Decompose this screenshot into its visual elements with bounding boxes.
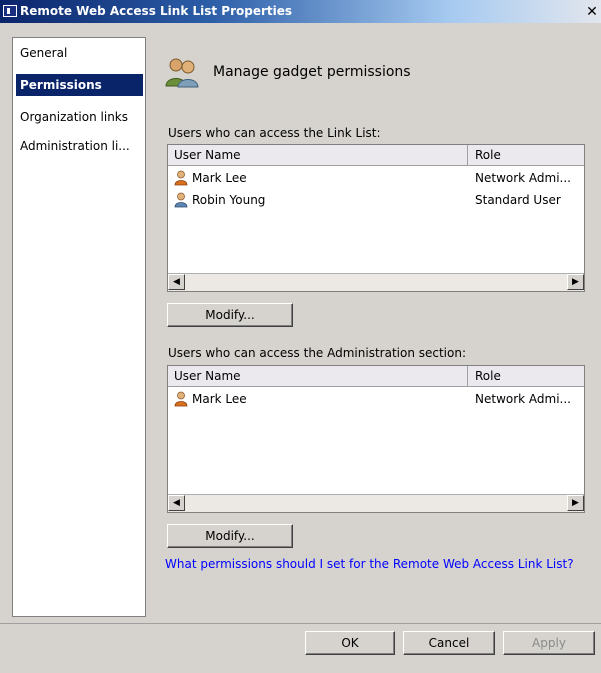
window-title: Remote Web Access Link List Properties [20,4,293,18]
permissions-panel: Manage gadget permissions Users who can … [151,37,597,617]
scroll-left-icon[interactable]: ◀ [168,495,185,511]
nav-item-administration-links[interactable]: Administration li... [16,135,143,157]
table-row[interactable]: Mark Lee Network Admi... [168,388,584,410]
column-header-user-name[interactable]: User Name [168,366,468,386]
admin-users-label: Users who can access the Administration … [168,346,467,360]
properties-dialog: Remote Web Access Link List Properties ✕… [0,0,601,673]
column-header-role[interactable]: Role [469,366,584,386]
nav-item-organization-links[interactable]: Organization links [16,106,143,128]
admin-users-table[interactable]: User Name Role Mark Lee Network Admi... … [167,365,585,513]
cell-role: Standard User [475,193,561,207]
table-header: User Name Role [168,366,584,387]
scroll-left-icon[interactable]: ◀ [168,274,185,290]
close-icon[interactable]: ✕ [585,5,599,19]
table-header: User Name Role [168,145,584,166]
permissions-help-link[interactable]: What permissions should I set for the Re… [165,556,585,572]
cell-role: Network Admi... [475,171,571,185]
cancel-button[interactable]: Cancel [403,631,495,655]
cell-user-name: Mark Lee [192,171,247,185]
table-row[interactable]: Mark Lee Network Admi... [168,167,584,189]
cell-user-name: Robin Young [192,193,266,207]
user-admin-icon [174,170,188,186]
page-title: Manage gadget permissions [213,64,411,80]
user-icon [174,192,188,208]
apply-button[interactable]: Apply [503,631,595,655]
title-bar[interactable]: Remote Web Access Link List Properties ✕ [0,0,601,23]
modify-admin-button[interactable]: Modify... [167,524,293,548]
horizontal-scrollbar[interactable]: ◀ ▶ [168,494,584,512]
user-admin-icon [174,391,188,407]
cell-role: Network Admi... [475,392,571,406]
column-header-user-name[interactable]: User Name [168,145,468,165]
scroll-right-icon[interactable]: ▶ [567,495,584,511]
column-header-role[interactable]: Role [469,145,584,165]
link-list-users-label: Users who can access the Link List: [168,126,381,140]
horizontal-scrollbar[interactable]: ◀ ▶ [168,273,584,291]
link-list-users-table[interactable]: User Name Role Mark Lee Network Admi... … [167,144,585,292]
nav-item-general[interactable]: General [16,42,143,64]
cell-user-name: Mark Lee [192,392,247,406]
footer-divider [0,623,601,624]
users-group-icon [165,58,199,88]
nav-item-permissions[interactable]: Permissions [16,74,143,96]
modify-link-list-button[interactable]: Modify... [167,303,293,327]
nav-list: General Permissions Organization links A… [12,37,146,617]
scroll-right-icon[interactable]: ▶ [567,274,584,290]
table-row[interactable]: Robin Young Standard User [168,189,584,211]
app-icon [3,5,17,17]
ok-button[interactable]: OK [305,631,395,655]
